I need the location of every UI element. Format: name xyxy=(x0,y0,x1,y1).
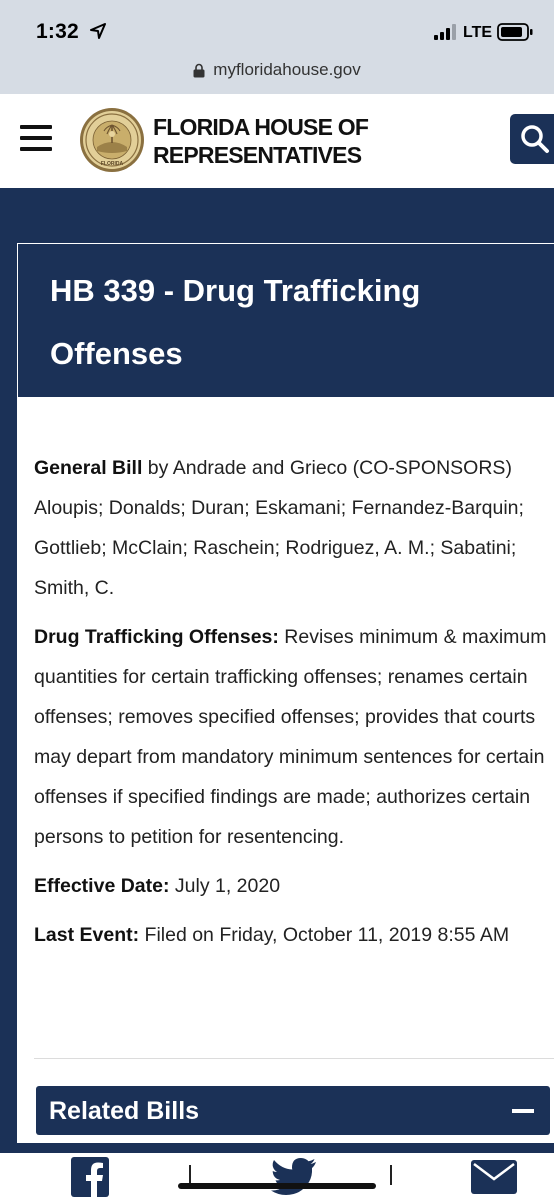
site-title-line1: FLORIDA HOUSE OF xyxy=(153,114,369,140)
menu-icon[interactable] xyxy=(20,125,52,151)
signal-icon xyxy=(434,24,456,40)
separator xyxy=(189,1165,191,1185)
last-event-label: Last Event: xyxy=(34,924,140,946)
site-title[interactable]: FLORIDA HOUSE OF REPRESENTATIVES xyxy=(153,113,413,169)
battery-icon xyxy=(497,23,533,41)
related-bills-accordion[interactable]: Related Bills xyxy=(36,1086,550,1135)
separator xyxy=(390,1165,392,1185)
url-text: myfloridahouse.gov xyxy=(213,60,361,79)
page: 1:32 LTE myfloridahouse.gov FLORIDA FLOR… xyxy=(0,0,554,1200)
browser-chrome: 1:32 LTE myfloridahouse.gov xyxy=(0,0,554,94)
twitter-icon[interactable] xyxy=(271,1157,317,1195)
effective-date-value: July 1, 2020 xyxy=(169,875,281,897)
section-divider xyxy=(34,1058,554,1059)
effective-date: Effective Date: July 1, 2020 xyxy=(34,866,554,906)
summary-paragraph: Drug Trafficking Offenses: Revises minim… xyxy=(34,617,554,857)
search-icon xyxy=(521,125,549,153)
effective-date-label: Effective Date: xyxy=(34,875,170,897)
facebook-icon[interactable] xyxy=(71,1157,109,1197)
svg-text:FLORIDA: FLORIDA xyxy=(101,161,124,167)
mail-icon[interactable] xyxy=(471,1160,517,1194)
summary-label: Drug Trafficking Offenses: xyxy=(34,626,279,648)
address-bar[interactable]: myfloridahouse.gov xyxy=(0,56,554,84)
sponsor-paragraph: General Bill by Andrade and Grieco (CO-S… xyxy=(34,448,554,608)
last-event-value: Filed on Friday, October 11, 2019 8:55 A… xyxy=(139,924,510,946)
location-arrow-icon xyxy=(90,23,106,39)
search-button[interactable] xyxy=(510,114,554,164)
home-indicator xyxy=(178,1183,376,1189)
bill-details: General Bill by Andrade and Grieco (CO-S… xyxy=(34,448,554,964)
site-header: FLORIDA FLORIDA HOUSE OF REPRESENTATIVES xyxy=(0,94,554,188)
summary-text: Revises minimum & maximum quantities for… xyxy=(34,626,547,848)
sponsor-label: General Bill xyxy=(34,457,143,479)
bill-header: HB 339 - Drug Trafficking Offenses xyxy=(17,243,554,397)
bill-card: HB 339 - Drug Trafficking Offenses Gener… xyxy=(17,243,554,1143)
bill-title: HB 339 - Drug Trafficking Offenses xyxy=(50,273,421,371)
collapse-icon[interactable] xyxy=(512,1109,534,1113)
status-time: 1:32 xyxy=(36,20,79,43)
network-type: LTE xyxy=(463,24,493,41)
share-bar xyxy=(0,1153,554,1200)
state-seal-logo[interactable]: FLORIDA xyxy=(79,107,145,173)
last-event: Last Event: Filed on Friday, October 11,… xyxy=(34,915,554,955)
site-title-line2: REPRESENTATIVES xyxy=(153,142,362,168)
related-bills-label: Related Bills xyxy=(49,1097,200,1125)
lock-icon xyxy=(193,63,205,77)
